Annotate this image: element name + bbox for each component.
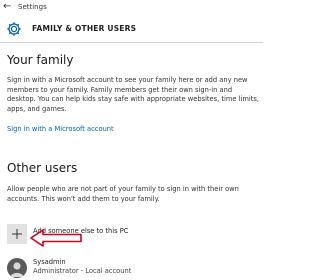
window-title: Settings bbox=[18, 3, 47, 11]
person-icon bbox=[10, 262, 24, 277]
your-family-heading: Your family bbox=[7, 53, 74, 67]
user-account-type: Administrator - Local account bbox=[33, 267, 132, 275]
user-account-row[interactable]: Sysadmin Administrator - Local account bbox=[0, 253, 263, 280]
your-family-description: Sign in with a Microsoft account to see … bbox=[7, 76, 259, 113]
red-arrow-annotation-icon bbox=[30, 229, 82, 247]
page-header: FAMILY & OTHER USERS bbox=[0, 14, 263, 43]
user-name: Sysadmin bbox=[33, 258, 66, 266]
gear-icon bbox=[7, 22, 21, 36]
page-title: FAMILY & OTHER USERS bbox=[32, 24, 137, 33]
back-arrow-icon[interactable]: ← bbox=[3, 1, 11, 12]
title-bar: ← Settings bbox=[0, 0, 263, 14]
plus-icon bbox=[12, 229, 22, 239]
other-users-heading: Other users bbox=[7, 161, 78, 175]
other-users-description: Allow people who are not part of your fa… bbox=[7, 185, 239, 203]
microsoft-account-signin-link[interactable]: Sign in with a Microsoft account bbox=[7, 124, 114, 134]
add-user-button[interactable] bbox=[7, 224, 27, 244]
avatar bbox=[7, 258, 27, 278]
